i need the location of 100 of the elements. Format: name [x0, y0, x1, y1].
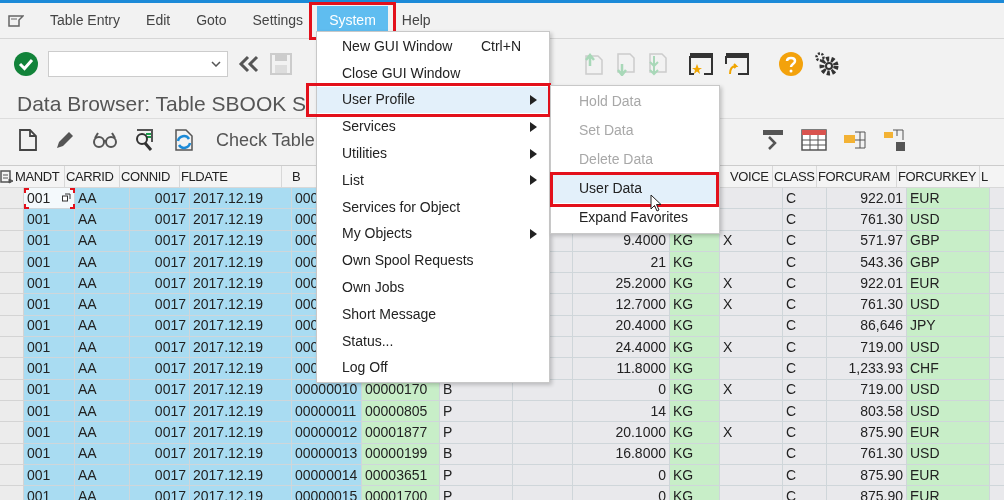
- table-cell: KG: [670, 443, 720, 465]
- table-cell: 001: [24, 230, 75, 252]
- table-cell: 2017.12.19: [190, 188, 292, 210]
- column-header[interactable]: B: [282, 166, 301, 187]
- table-cell: GBP: [907, 230, 990, 252]
- table-cell: USD: [907, 209, 990, 231]
- table-cell: X: [720, 273, 783, 295]
- table-cell: 14: [573, 400, 670, 423]
- table-cell: 24.4000: [573, 337, 670, 359]
- table-cell: CHF: [907, 358, 990, 380]
- table-cell: 001: [24, 209, 75, 231]
- table-cell: 2017.12.19: [190, 209, 292, 231]
- cell-input-field[interactable]: 001: [24, 188, 75, 210]
- menu-item[interactable]: User Profile: [317, 86, 549, 114]
- table-cell: EUR: [907, 273, 990, 295]
- table-cell: 2017.12.19: [190, 358, 292, 380]
- table-cell: X: [720, 337, 783, 359]
- menu-bar-item[interactable]: Edit: [134, 5, 183, 36]
- table-cell: USD: [907, 379, 990, 401]
- menu-bar-item[interactable]: Settings: [240, 5, 316, 36]
- table-cell: AA: [75, 443, 130, 465]
- table-cell: 00000012: [292, 422, 362, 444]
- menu-item[interactable]: Close GUI Window: [317, 59, 549, 87]
- table-cell: X: [720, 230, 783, 252]
- table-cell: 0017: [130, 464, 190, 487]
- column-header[interactable]: FORCURAM: [817, 166, 890, 187]
- table-cell: 0017: [130, 251, 190, 274]
- table-cell: 00000014: [292, 464, 362, 487]
- menu-bar-item[interactable]: Goto: [184, 5, 239, 36]
- table-cell: P: [440, 486, 513, 500]
- table-cell: P: [440, 400, 513, 423]
- table-cell: 0: [573, 464, 670, 487]
- table-cell: P: [440, 422, 513, 444]
- table-cell: 00000011: [292, 400, 362, 423]
- column-header[interactable]: CONNID: [120, 166, 170, 187]
- table-cell: AA: [75, 188, 130, 210]
- table-cell: 001: [24, 486, 75, 500]
- table-cell: 0017: [130, 379, 190, 401]
- table-cell: 761.30: [827, 443, 907, 465]
- table-cell: 001: [24, 273, 75, 295]
- column-header[interactable]: CARRID: [65, 166, 114, 187]
- menu-bar-item[interactable]: Help: [389, 5, 443, 36]
- table-cell: C: [783, 464, 827, 487]
- table-cell: P: [440, 464, 513, 487]
- menu-item[interactable]: Expand Favorites: [551, 203, 719, 232]
- table-cell: 2017.12.19: [190, 400, 292, 423]
- table-cell: X: [720, 379, 783, 401]
- table-cell: 0017: [130, 337, 190, 359]
- table-cell: 2017.12.19: [190, 486, 292, 500]
- shortcut-text: Ctrl+N: [480, 36, 521, 56]
- table-cell: KG: [670, 294, 720, 316]
- table-cell: 0017: [130, 294, 190, 316]
- table-cell: GBP: [907, 251, 990, 274]
- table-cell: 20.4000: [573, 315, 670, 338]
- table-cell: KG: [670, 422, 720, 444]
- table-cell: 12.7000: [573, 294, 670, 316]
- table-cell: 0: [573, 379, 670, 401]
- table-cell: 2017.12.19: [190, 294, 292, 316]
- table-cell: KG: [670, 400, 720, 423]
- table-cell: 543.36: [827, 251, 907, 274]
- table-cell: AA: [75, 422, 130, 444]
- table-cell: 11.8000: [573, 358, 670, 380]
- table-cell: 2017.12.19: [190, 422, 292, 444]
- table-cell: B: [440, 443, 513, 465]
- table-cell: 2017.12.19: [190, 443, 292, 465]
- table-cell: AA: [75, 464, 130, 487]
- table-cell: 20.1000: [573, 422, 670, 444]
- table-cell: USD: [907, 337, 990, 359]
- table-cell: C: [783, 358, 827, 380]
- table-cell: X: [720, 294, 783, 316]
- table-cell: C: [783, 422, 827, 444]
- table-cell: KG: [670, 358, 720, 380]
- table-cell: KG: [670, 337, 720, 359]
- menu-item[interactable]: User Data: [551, 174, 719, 203]
- table-cell: 1,233.93: [827, 358, 907, 380]
- table-cell: C: [783, 188, 827, 210]
- column-header[interactable]: MANDT: [14, 166, 60, 187]
- column-header[interactable]: CLASS: [773, 166, 815, 187]
- table-cell: 00000805: [362, 400, 440, 423]
- column-header[interactable]: FLDATE: [180, 166, 228, 187]
- table-cell: C: [783, 379, 827, 401]
- table-cell: AA: [75, 379, 130, 401]
- column-header[interactable]: FORCURKEY: [897, 166, 977, 187]
- menu-bar-item[interactable]: Table Entry: [38, 5, 133, 36]
- table-cell: AA: [75, 294, 130, 316]
- table-cell: 2017.12.19: [190, 379, 292, 401]
- table-cell: KG: [670, 379, 720, 401]
- table-cell: 875.90: [827, 486, 907, 500]
- menu-item[interactable]: New GUI Window Ctrl+N: [317, 33, 549, 60]
- table-cell: C: [783, 251, 827, 274]
- table-cell: EUR: [907, 188, 990, 210]
- table-cell: 2017.12.19: [190, 230, 292, 252]
- table-cell: 00001877: [362, 422, 440, 444]
- table-cell: 875.90: [827, 422, 907, 444]
- column-header[interactable]: VOICE: [730, 166, 769, 187]
- column-header[interactable]: L: [980, 166, 988, 187]
- table-cell: AA: [75, 315, 130, 338]
- table-cell: 922.01: [827, 188, 907, 210]
- table-cell: 25.2000: [573, 273, 670, 295]
- table-cell: AA: [75, 358, 130, 380]
